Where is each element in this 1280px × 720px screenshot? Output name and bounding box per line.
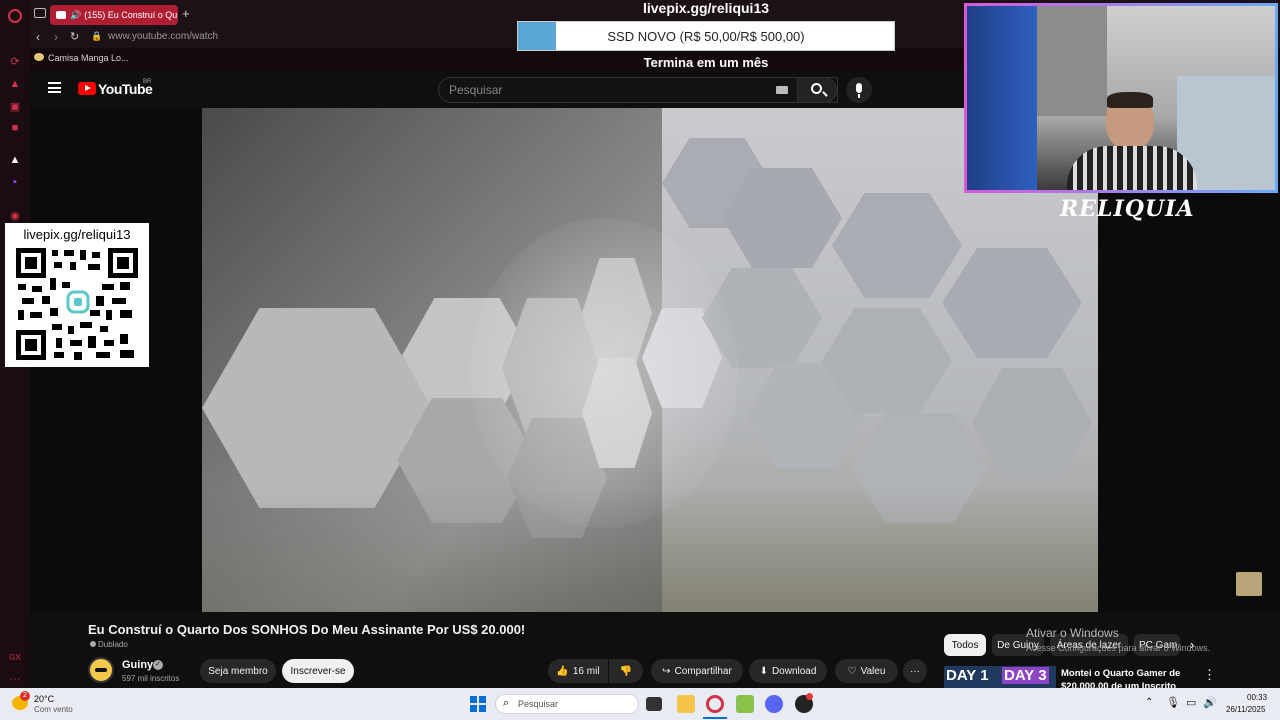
donation-title: livepix.gg/reliqui13 xyxy=(642,0,770,16)
network-icon[interactable]: ▭ xyxy=(1186,696,1196,709)
speaker-icon[interactable]: 🔊 xyxy=(70,10,81,21)
thanks-icon: ♡ xyxy=(847,665,857,677)
tab-title: (155) Eu Construí o Qu xyxy=(84,10,178,20)
youtube-logo-icon[interactable] xyxy=(78,82,96,95)
opera-logo-icon[interactable] xyxy=(8,9,22,23)
qr-code-card: livepix.gg/reliqui13 xyxy=(5,223,149,367)
like-count: 16 mil xyxy=(572,665,600,677)
bookmark-favicon-icon xyxy=(34,53,44,61)
taskbar-search-icon: ⌕ xyxy=(503,697,510,709)
tray-chevron-icon[interactable]: ⌃ xyxy=(1145,697,1153,708)
share-button[interactable]: ↪ Compartilhar xyxy=(651,659,743,683)
video-title: Eu Construí o Quarto Dos SONHOS Do Meu A… xyxy=(88,622,526,637)
chip-all[interactable]: Todos xyxy=(944,634,986,656)
region-badge: BR xyxy=(143,79,152,85)
forward-icon[interactable]: › xyxy=(54,30,58,44)
tab-island-icon[interactable] xyxy=(34,8,46,18)
clock-time[interactable]: 00:33 xyxy=(1247,693,1267,702)
start-button[interactable] xyxy=(470,696,486,712)
chat-icon[interactable]: ▣ xyxy=(8,99,22,113)
volume-icon[interactable]: 🔊 xyxy=(1203,696,1217,709)
app-icon[interactable] xyxy=(736,695,754,713)
download-icon: ⬇ xyxy=(759,665,768,677)
clock-date[interactable]: 26/11/2025 xyxy=(1226,705,1265,714)
weather-badge: 2 xyxy=(20,691,30,701)
share-label: Compartilhar xyxy=(674,665,732,677)
mic-icon xyxy=(856,83,862,93)
subscriber-count: 597 mil inscritos xyxy=(122,674,180,683)
refresh-sidebar-icon[interactable]: ⟳ xyxy=(8,54,22,68)
donation-deadline: Termina em um mês xyxy=(643,55,769,70)
donation-goal-label: SSD NOVO (R$ 50,00/R$ 500,00) xyxy=(607,28,805,44)
webcam-overlay xyxy=(964,3,1278,193)
more-actions-button[interactable]: ··· xyxy=(903,659,927,683)
dubbed-badge: Dublado xyxy=(90,640,128,649)
taskbar-search[interactable]: ⌕ Pesquisar xyxy=(495,694,639,714)
notification-dot xyxy=(806,693,813,700)
download-button[interactable]: ⬇ Download xyxy=(749,659,827,683)
reload-icon[interactable]: ↻ xyxy=(70,30,79,43)
channel-avatar[interactable] xyxy=(88,657,114,683)
menu-icon[interactable] xyxy=(48,82,61,93)
back-icon[interactable]: ‹ xyxy=(36,30,40,44)
gx-icon[interactable]: GX xyxy=(8,650,22,664)
recommendation-title[interactable]: Montei o Quarto Gamer de xyxy=(1061,668,1180,679)
streamer-name: RELIQUIA xyxy=(1060,196,1195,222)
qr-title: livepix.gg/reliqui13 xyxy=(23,227,131,242)
windows-taskbar: 2 20°C Com vento ⌕ Pesquisar ⌃ 🎙 ▭ 🔊 00:… xyxy=(0,688,1280,720)
new-tab-icon[interactable]: + xyxy=(182,6,190,21)
microphone-tray-icon[interactable]: 🎙 xyxy=(1166,696,1180,709)
lock-icon: 🔒 xyxy=(91,31,103,41)
thanks-button[interactable]: ♡ Valeu xyxy=(835,659,898,683)
weather-temp[interactable]: 20°C xyxy=(34,694,54,704)
file-explorer-icon[interactable] xyxy=(677,695,695,713)
dubbed-icon xyxy=(90,641,96,647)
bookmark-item[interactable]: Camisa Manga Lo... xyxy=(48,53,129,63)
opera-gx-taskbar-icon[interactable] xyxy=(706,695,724,713)
recommendation-menu-icon[interactable]: ⋮ xyxy=(1203,667,1216,683)
dubbed-label: Dublado xyxy=(98,640,128,649)
dislike-button[interactable]: 👎 xyxy=(609,659,643,683)
voice-search-button[interactable] xyxy=(846,77,872,103)
keyboard-icon[interactable] xyxy=(776,86,788,94)
download-label: Download xyxy=(771,665,817,677)
twitch-icon[interactable]: ▪ xyxy=(8,175,22,189)
thumbs-up-icon: 👍 xyxy=(556,665,569,677)
history-icon[interactable]: ◉ xyxy=(8,208,22,222)
aria-icon[interactable]: ▲ xyxy=(8,153,22,167)
thumbnail-day1: DAY 1 xyxy=(946,667,989,684)
search-icon xyxy=(811,83,822,94)
music-icon[interactable]: ■ xyxy=(8,121,22,135)
join-button[interactable]: Seja membro xyxy=(200,659,276,683)
search-placeholder: Pesquisar xyxy=(449,83,503,97)
thanks-label: Valeu xyxy=(860,665,886,677)
qr-code xyxy=(16,248,138,360)
url-field[interactable]: www.youtube.com/watch xyxy=(108,31,218,42)
taskbar-search-placeholder: Pesquisar xyxy=(518,699,559,709)
search-button[interactable] xyxy=(797,77,837,103)
thumbnail-day3: DAY 3 xyxy=(1002,667,1049,684)
subscribe-button[interactable]: Inscrever-se xyxy=(282,659,354,683)
thumbs-down-icon: 👎 xyxy=(619,665,633,677)
recommendation-thumbnail[interactable]: DAY 1 DAY 3 xyxy=(944,666,1056,688)
more-sidebar-icon[interactable]: ··· xyxy=(8,672,22,686)
share-icon: ↪ xyxy=(662,665,671,677)
donation-goal-bar: SSD NOVO (R$ 50,00/R$ 500,00) xyxy=(517,21,895,51)
activate-windows-title: Ativar o Windows xyxy=(1026,626,1119,640)
activate-windows-subtitle: Acesse Configurações para ativar o Windo… xyxy=(1026,643,1211,653)
tab-youtube[interactable]: 🔊 (155) Eu Construí o Qu xyxy=(50,5,178,25)
search-input[interactable]: Pesquisar xyxy=(438,77,838,103)
verified-icon: ✓ xyxy=(153,660,163,670)
like-button[interactable]: 👍 16 mil xyxy=(548,659,608,683)
recommendation-title-line2[interactable]: $20.000,00 de um Inscrito xyxy=(1061,681,1176,688)
task-view-icon[interactable] xyxy=(646,697,662,711)
youtube-favicon-icon xyxy=(56,11,66,19)
channel-watermark-icon[interactable] xyxy=(1236,572,1262,596)
active-app-indicator xyxy=(703,717,727,719)
discord-icon[interactable] xyxy=(765,695,783,713)
channel-name[interactable]: Guiny xyxy=(122,659,153,671)
bag-icon[interactable]: ▲ xyxy=(8,77,22,91)
weather-desc: Com vento xyxy=(34,705,73,714)
